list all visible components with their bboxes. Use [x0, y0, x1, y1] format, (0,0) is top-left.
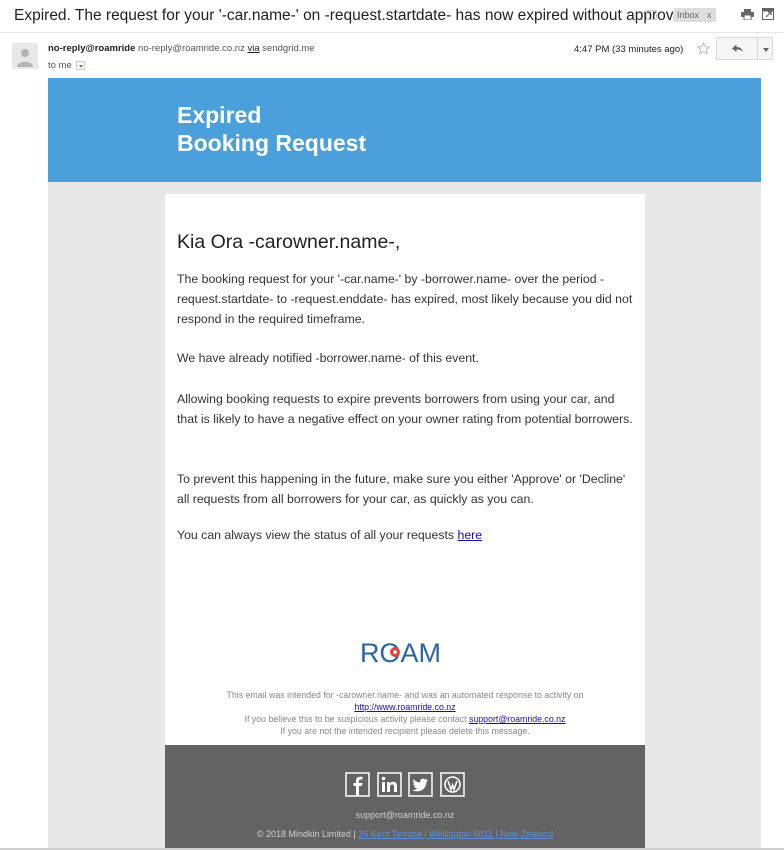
website-link[interactable]: http://www.roamride.co.nz: [354, 702, 455, 712]
paragraph-expired: The booking request for your '-car.name-…: [177, 272, 633, 326]
reply-icon: [732, 44, 743, 52]
wordpress-icon[interactable]: [440, 772, 465, 797]
banner-title: Expired Booking Request: [177, 101, 366, 157]
linkedin-icon[interactable]: [377, 772, 402, 797]
status-text: You can always view the status of all yo…: [177, 528, 455, 542]
status-link[interactable]: here: [457, 528, 482, 542]
footer-support-email[interactable]: support@roamride.co.nz: [165, 810, 645, 820]
inbox-label[interactable]: Inbox x: [673, 8, 716, 22]
fineprint-suspicious: If you believe this to be suspicious act…: [244, 714, 467, 724]
new-window-icon[interactable]: [762, 8, 774, 20]
support-email-link[interactable]: support@roamride.co.nz: [469, 714, 565, 724]
logo-text: ROAM: [360, 638, 441, 668]
avatar-person-icon: [17, 49, 33, 67]
sender-avatar: [12, 43, 38, 69]
more-options-button[interactable]: [757, 37, 773, 60]
inbox-label-text: Inbox: [677, 10, 700, 20]
banner-title-line1: Expired: [177, 102, 262, 128]
fineprint-intended: This email was intended for -carowner.na…: [226, 690, 584, 700]
important-marker-icon[interactable]: [646, 10, 657, 20]
sender-line: no-reply@roamride no-reply@roamride.co.n…: [48, 43, 315, 54]
via-link[interactable]: via: [247, 43, 259, 54]
greeting: Kia Ora -carowner.name-,: [177, 231, 401, 253]
header-divider: [0, 32, 784, 33]
copyright-text: © 2018 Mindkin Limited |: [256, 829, 356, 839]
print-icon[interactable]: [741, 9, 754, 20]
message-time: 4:47 PM (33 minutes ago): [574, 44, 684, 55]
remove-label-button[interactable]: x: [707, 10, 712, 20]
fineprint-recipient: If you are not the intended recipient pl…: [280, 726, 530, 736]
recipient-line: to me: [48, 60, 85, 71]
address-link[interactable]: 26 Kent Terrace | Wellington 6011 | New …: [358, 829, 553, 839]
show-details-dropdown[interactable]: [75, 61, 85, 70]
email-subject: Expired. The request for your '-car.name…: [14, 7, 690, 24]
recipient-label: to me: [48, 60, 72, 71]
paragraph-status: You can always view the status of all yo…: [177, 525, 637, 545]
twitter-icon[interactable]: [408, 772, 433, 797]
footer-copyright: © 2018 Mindkin Limited | 26 Kent Terrace…: [165, 829, 645, 839]
reply-button[interactable]: [716, 37, 758, 60]
email-banner: [48, 78, 761, 182]
sender-name[interactable]: no-reply@roamride: [48, 43, 135, 54]
paragraph-notified: We have already notified -borrower.name-…: [177, 351, 479, 365]
fineprint: This email was intended for -carowner.na…: [165, 689, 645, 737]
paragraph-advice: To prevent this happening in the future,…: [177, 472, 626, 506]
via-domain: sendgrid.me: [262, 43, 315, 54]
roam-logo: ROAM: [360, 638, 441, 668]
paragraph-impact: Allowing booking requests to expire prev…: [177, 392, 633, 426]
sender-email: no-reply@roamride.co.nz: [138, 43, 245, 54]
facebook-icon[interactable]: [345, 772, 370, 797]
star-icon[interactable]: [697, 42, 710, 55]
banner-title-line2: Booking Request: [177, 130, 367, 156]
